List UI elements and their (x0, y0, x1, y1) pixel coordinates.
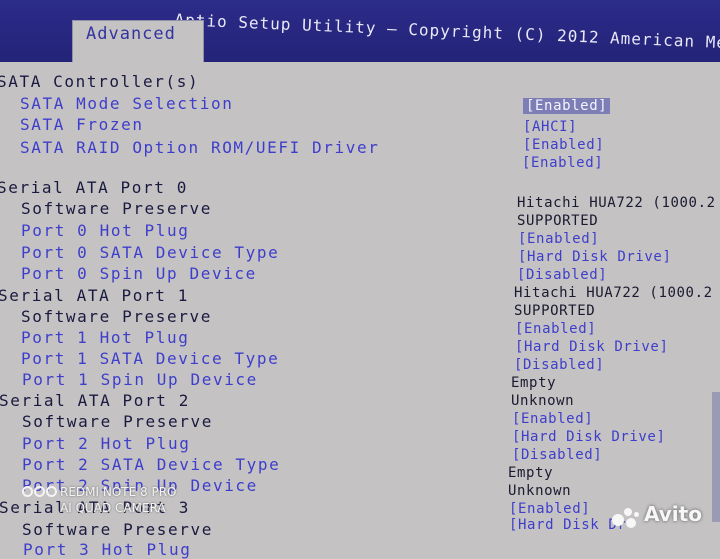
setting-label[interactable]: SATA Mode Selection (20, 94, 233, 113)
setting-label[interactable]: Port 0 SATA Device Type (21, 243, 279, 262)
setting-info-value: SUPPORTED (514, 303, 596, 319)
setting-label[interactable]: Port 1 Hot Plug (21, 328, 190, 347)
setting-label: Software Preserve (21, 199, 212, 218)
setting-option-value[interactable]: [Enabled] (523, 137, 604, 153)
tab-advanced[interactable]: Advanced (72, 20, 204, 63)
settings-panel: SATA Controller(s) [Enabled] SATA Mode Sel… (0, 62, 720, 559)
avito-logo-text: Avito (644, 502, 702, 526)
camera-dots-icon (22, 486, 58, 500)
setting-info-value: Unknown (511, 393, 575, 409)
setting-info-value: SUPPORTED (517, 213, 599, 229)
setting-option-value[interactable]: [Disabled] (517, 267, 607, 283)
section-header: Serial ATA Port 1 (0, 286, 189, 305)
setting-option-value[interactable]: [Enabled] (515, 321, 596, 337)
setting-info-value: Hitachi HUA722 (1000.2 (517, 195, 716, 211)
setting-option-value[interactable]: [Hard Disk Drive] (515, 339, 669, 355)
watermark-line-1: REDMI NOTE 8 PRO (60, 485, 177, 499)
scrollbar[interactable] (712, 392, 720, 522)
setting-label[interactable]: SATA Frozen (20, 115, 144, 134)
setting-label[interactable]: Port 1 SATA Device Type (21, 349, 279, 368)
setting-option-value[interactable]: [Hard Disk Drive] (512, 429, 666, 445)
tab-advanced-label: Advanced (86, 24, 176, 44)
setting-option-value[interactable]: [Enabled] (509, 501, 590, 517)
setting-option-value[interactable]: [Enabled] (518, 231, 599, 247)
title-bar: Aptio Setup Utility – Copyright (C) 2012… (0, 0, 720, 63)
setting-option-value[interactable]: [Hard Disk Dr (509, 517, 626, 533)
setting-label[interactable]: Port 2 SATA Device Type (22, 455, 280, 474)
section-header: Serial ATA Port 0 (0, 178, 188, 197)
setting-label: Software Preserve (22, 412, 213, 431)
setting-label[interactable]: SATA RAID Option ROM/UEFI Driver (20, 138, 379, 157)
setting-label[interactable]: Port 0 Hot Plug (21, 221, 190, 240)
setting-label[interactable]: Port 2 Hot Plug (22, 434, 191, 453)
setting-label: Software Preserve (21, 307, 212, 326)
setting-label[interactable]: Port 1 Spin Up Device (22, 370, 258, 389)
watermark-line-2: AI QUAD CAMERA (60, 501, 166, 515)
setting-option-value[interactable]: [AHCI] (523, 119, 577, 135)
setting-label: Software Preserve (22, 520, 213, 539)
setting-label[interactable]: Port 3 Hot Plug (23, 540, 192, 559)
setting-info-value: Empty (508, 465, 554, 481)
section-header: SATA Controller(s) (0, 72, 200, 91)
setting-option-value[interactable]: [Enabled] (512, 411, 593, 427)
avito-logo-icon (612, 506, 640, 528)
setting-option-value[interactable]: [Disabled] (514, 357, 604, 373)
section-header: Serial ATA Port 2 (0, 391, 190, 410)
setting-info-value: Hitachi HUA722 (1000.2 (514, 285, 713, 301)
setting-option-value[interactable]: [Hard Disk Drive] (518, 249, 672, 265)
setting-option-value[interactable]: [Disabled] (512, 447, 602, 463)
setting-info-value: Unknown (508, 483, 572, 499)
setting-option-value[interactable]: [Enabled] (522, 155, 603, 171)
setting-label[interactable]: Port 0 Spin Up Device (21, 264, 257, 283)
setting-option-value[interactable]: [Enabled] (523, 98, 611, 114)
app-title: Aptio Setup Utility – Copyright (C) 2012… (174, 10, 720, 53)
setting-info-value: Empty (511, 375, 557, 391)
